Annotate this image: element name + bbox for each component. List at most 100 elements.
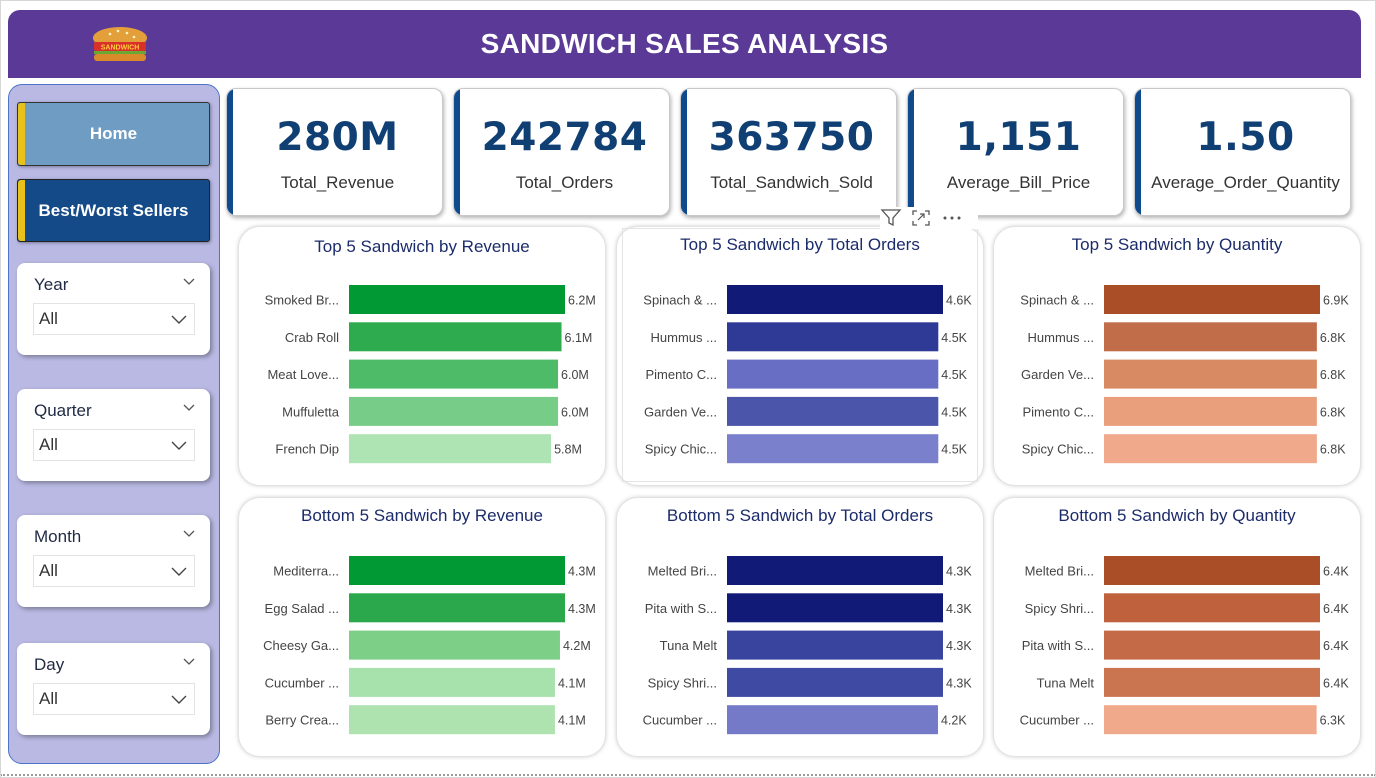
chevron-down-icon — [171, 567, 187, 576]
category-label: Cucumber ... — [265, 675, 339, 690]
category-label: Spinach & ... — [643, 293, 717, 308]
bar[interactable] — [727, 593, 943, 623]
chart-card-bottom-quantity[interactable]: Bottom 5 Sandwich by Quantity Melted Bri… — [993, 497, 1361, 757]
kpi-value: 242784 — [481, 115, 648, 160]
bar[interactable] — [1104, 593, 1320, 623]
kpi-card-average-bill-price: 1,151 Average_Bill_Price — [907, 88, 1124, 216]
category-label: Cucumber ... — [1020, 713, 1094, 728]
bar[interactable] — [727, 285, 943, 314]
bar[interactable] — [349, 322, 562, 352]
chevron-down-icon[interactable] — [182, 655, 196, 669]
category-label: Spicy Chic... — [1022, 442, 1094, 457]
visual-header-toolbar — [880, 207, 978, 229]
data-label: 4.2M — [563, 639, 591, 653]
bar[interactable] — [1104, 434, 1317, 464]
category-label: Cheesy Ga... — [263, 638, 339, 653]
day-dropdown[interactable]: All — [33, 683, 195, 715]
bar[interactable] — [349, 396, 559, 426]
data-label: 6.2M — [568, 294, 596, 308]
chevron-down-icon — [171, 315, 187, 324]
best-worst-sellers-button[interactable]: Best/Worst Sellers — [17, 179, 210, 242]
bar[interactable] — [1104, 359, 1317, 389]
quarter-dropdown[interactable]: All — [33, 429, 195, 461]
month-slicer: Month All — [17, 515, 210, 607]
kpi-card-total-orders: 242784 Total_Orders — [453, 88, 670, 216]
bar[interactable] — [1104, 396, 1317, 426]
bar[interactable] — [1104, 556, 1320, 585]
bar-chart: Spinach & ... 6.9K Hummus ... 6.8K Garden Ve… — [1020, 285, 1349, 464]
category-label: Mediterra... — [273, 564, 339, 579]
data-label: 6.8K — [1320, 443, 1346, 457]
chart-card-top-revenue[interactable]: Top 5 Sandwich by Revenue Smoked Br... 6.… — [238, 226, 606, 486]
data-label: 6.8K — [1320, 368, 1346, 382]
quarter-slicer: Quarter All — [17, 389, 210, 481]
chart-title: Top 5 Sandwich by Revenue — [314, 237, 530, 256]
data-label: 4.3K — [946, 565, 972, 579]
bar[interactable] — [349, 359, 559, 389]
category-label: Spinach & ... — [1020, 293, 1094, 308]
category-label: Melted Bri... — [648, 564, 717, 579]
data-label: 6.3K — [1320, 714, 1346, 728]
home-button[interactable]: Home — [17, 102, 210, 166]
kpi-value: 1.50 — [1196, 115, 1295, 160]
data-label: 4.5K — [941, 405, 967, 419]
bar[interactable] — [349, 434, 552, 464]
bar[interactable] — [727, 630, 943, 660]
chevron-down-icon — [171, 695, 187, 704]
bar[interactable] — [727, 434, 939, 464]
chevron-down-icon[interactable] — [182, 275, 196, 289]
bar[interactable] — [349, 285, 565, 314]
bar[interactable] — [349, 556, 565, 585]
bar[interactable] — [727, 667, 943, 697]
data-label: 4.5K — [941, 443, 967, 457]
bar[interactable] — [727, 396, 939, 426]
header-banner: SANDWICH SANDWICH SALES ANALYSIS — [8, 10, 1361, 78]
bar[interactable] — [349, 593, 565, 623]
page-bottom-border — [0, 772, 1376, 776]
bar[interactable] — [1104, 667, 1320, 697]
month-dropdown[interactable]: All — [33, 555, 195, 587]
category-label: Berry Crea... — [265, 713, 339, 728]
filter-icon[interactable] — [880, 208, 902, 228]
kpi-label: Average_Bill_Price — [946, 173, 1091, 192]
nav-accent — [18, 180, 25, 241]
kpi-label: Total_Revenue — [280, 173, 395, 192]
sidebar: Home Best/Worst Sellers Year All Quarter… — [8, 84, 220, 764]
data-label: 4.5K — [941, 331, 967, 345]
bar[interactable] — [1104, 705, 1317, 735]
page-title: SANDWICH SALES ANALYSIS — [480, 28, 889, 59]
chart-title: Bottom 5 Sandwich by Total Orders — [666, 506, 934, 525]
focus-mode-icon[interactable] — [910, 208, 932, 228]
bar[interactable] — [727, 556, 943, 585]
chart-title: Bottom 5 Sandwich by Revenue — [301, 506, 543, 525]
data-label: 6.9K — [1323, 294, 1349, 308]
home-button-label: Home — [89, 124, 138, 143]
chart-card-top-orders[interactable]: Top 5 Sandwich by Total Orders Spinach &… — [616, 226, 984, 486]
bar[interactable] — [727, 359, 939, 389]
year-dropdown[interactable]: All — [33, 303, 195, 335]
chevron-down-icon[interactable] — [182, 401, 196, 415]
bar[interactable] — [349, 630, 560, 660]
bar[interactable] — [349, 667, 555, 697]
chart-card-bottom-orders[interactable]: Bottom 5 Sandwich by Total Orders Melted… — [616, 497, 984, 757]
bar[interactable] — [1104, 285, 1320, 314]
bar[interactable] — [1104, 630, 1320, 660]
kpi-card-average-order-quantity: 1.50 Average_Order_Quantity — [1134, 88, 1351, 216]
chart-card-top-quantity[interactable]: Top 5 Sandwich by Quantity Spinach & ...… — [993, 226, 1361, 486]
data-label: 4.3M — [568, 602, 596, 616]
chevron-down-icon[interactable] — [182, 527, 196, 541]
data-label: 6.0M — [561, 368, 589, 382]
chart-title: Bottom 5 Sandwich by Quantity — [1058, 506, 1296, 525]
data-label: 4.2K — [941, 714, 967, 728]
bar[interactable] — [1104, 322, 1317, 352]
chart-card-bottom-revenue[interactable]: Bottom 5 Sandwich by Revenue Mediterra..… — [238, 497, 606, 757]
more-options-icon[interactable] — [940, 208, 964, 228]
category-label: Cucumber ... — [643, 713, 717, 728]
dashboard-page: SANDWICH SANDWICH SALES ANALYSIS Home Be… — [0, 0, 1376, 778]
kpi-value: 363750 — [708, 115, 875, 160]
bar[interactable] — [727, 705, 938, 735]
category-label: Crab Roll — [285, 330, 339, 345]
bar[interactable] — [349, 705, 555, 735]
bar[interactable] — [727, 322, 939, 352]
data-label: 6.4K — [1323, 602, 1349, 616]
